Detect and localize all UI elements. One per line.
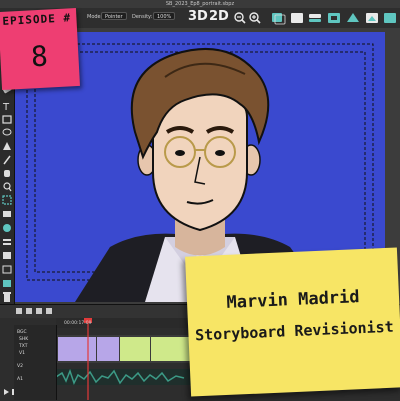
track-name[interactable]: V2 xyxy=(17,364,23,369)
mode-select[interactable]: Pointer xyxy=(101,12,127,20)
stage-icon[interactable] xyxy=(347,13,359,22)
camera-tool-icon[interactable] xyxy=(3,211,11,217)
onion-skin-icon[interactable] xyxy=(272,13,286,25)
shape-tool-icon[interactable] xyxy=(2,115,12,124)
track-name[interactable]: BGC xyxy=(17,330,27,335)
toggle-3d-button[interactable]: 3D xyxy=(188,9,208,24)
transform-tool-icon[interactable] xyxy=(2,195,12,205)
toolbar-icons xyxy=(234,12,396,25)
episode-sticky-note: EPISODE # 8 xyxy=(0,8,80,90)
track-name[interactable]: A1 xyxy=(17,377,23,382)
scene-tool-icon[interactable] xyxy=(2,265,12,274)
zoom-in-icon[interactable] xyxy=(249,12,261,24)
person-name: Marvin Madrid xyxy=(226,287,360,313)
zoom-tool-icon[interactable] xyxy=(3,182,12,192)
window-title: SB_2023_Ep8_portrait.sbpz xyxy=(165,1,235,7)
clip[interactable] xyxy=(120,337,150,361)
dropper-tool-icon[interactable] xyxy=(3,155,11,165)
trash-icon[interactable] xyxy=(3,292,11,302)
episode-label: EPISODE # xyxy=(2,11,72,28)
track-name[interactable]: TXT xyxy=(19,344,28,349)
layer-icon[interactable] xyxy=(309,14,321,22)
density-select[interactable]: 100% xyxy=(153,12,175,20)
camera-icon[interactable] xyxy=(328,13,340,23)
clip[interactable] xyxy=(58,337,96,361)
light-table-icon[interactable] xyxy=(291,13,303,23)
density-label: Density: xyxy=(132,14,153,20)
track-name[interactable]: V1 xyxy=(19,351,25,356)
paint-tool-icon[interactable] xyxy=(3,142,11,150)
episode-number: 8 xyxy=(30,39,49,74)
panel-tool-icon[interactable] xyxy=(3,252,11,259)
color-wheel-icon[interactable] xyxy=(3,224,11,232)
hand-tool-icon[interactable] xyxy=(4,170,10,177)
lasso-tool-icon[interactable] xyxy=(2,128,12,136)
svg-text:T: T xyxy=(2,102,10,113)
render-icon[interactable] xyxy=(366,13,378,23)
name-sticky-note: Marvin Madrid Storyboard Revisionist xyxy=(185,247,400,397)
zoom-out-icon[interactable] xyxy=(234,12,246,24)
text-tool-icon[interactable]: T xyxy=(2,102,10,113)
track-name[interactable]: SHK xyxy=(19,337,28,342)
preferences-icon[interactable] xyxy=(384,13,396,23)
toggle-2d-button[interactable]: 2D xyxy=(209,9,229,24)
clip[interactable] xyxy=(97,337,119,361)
timecode: 00:00:17:09 xyxy=(64,321,92,326)
person-role: Storyboard Revisionist xyxy=(194,317,395,345)
clip[interactable] xyxy=(151,337,191,361)
layers-tool-icon[interactable] xyxy=(3,239,11,245)
sound-tool-icon[interactable] xyxy=(3,280,11,287)
